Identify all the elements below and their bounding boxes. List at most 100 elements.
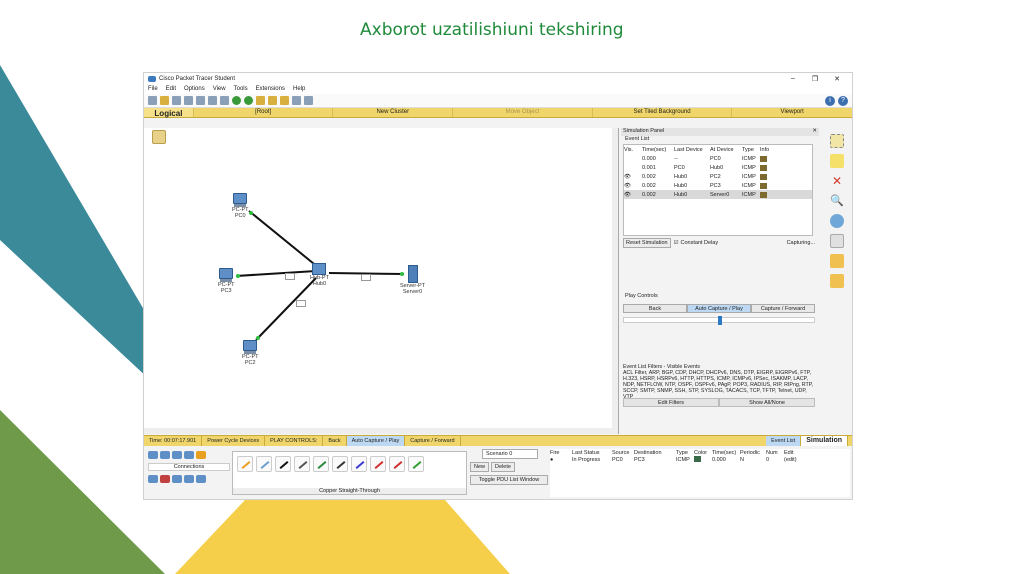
wan-emulation-icon[interactable] xyxy=(184,475,194,483)
event-list-button[interactable]: Event List xyxy=(766,436,802,446)
wireless-icon[interactable] xyxy=(172,475,182,483)
connections-icon[interactable] xyxy=(196,451,206,459)
add-simple-pdu-icon[interactable] xyxy=(830,254,844,268)
back-button[interactable]: Back xyxy=(623,304,687,313)
event-row[interactable]: 👁 0.002 Hub0 PC3 ICMP xyxy=(624,181,812,190)
add-complex-pdu-icon[interactable] xyxy=(830,274,844,288)
menu-help[interactable]: Help xyxy=(293,86,305,92)
menu-tools[interactable]: Tools xyxy=(234,86,248,92)
menu-view[interactable]: View xyxy=(213,86,226,92)
crossover-icon[interactable] xyxy=(294,456,310,472)
security-icon[interactable] xyxy=(160,475,170,483)
event-row[interactable]: 0.001 PC0 Hub0 ICMP xyxy=(624,163,812,172)
pdu-envelope-icon[interactable] xyxy=(285,273,295,280)
new-file-icon[interactable] xyxy=(148,96,157,105)
tiled-background-button[interactable]: Set Tiled Background xyxy=(593,108,733,117)
network-devices-icon[interactable] xyxy=(148,451,158,459)
pdu-edit-link[interactable]: (edit) xyxy=(784,457,804,463)
device-pc2[interactable]: PC-PT PC2 xyxy=(242,340,259,366)
play-speed-slider[interactable] xyxy=(623,316,815,325)
show-all-button[interactable]: Show All/None xyxy=(719,398,815,407)
event-row[interactable]: 0.000 -- PC0 ICMP xyxy=(624,154,812,163)
menu-file[interactable]: File xyxy=(148,86,158,92)
console-cable-icon[interactable] xyxy=(256,456,272,472)
info-color-swatch[interactable] xyxy=(760,164,767,171)
help-icon[interactable]: ? xyxy=(838,95,848,106)
coaxial-icon[interactable] xyxy=(351,456,367,472)
close-button[interactable]: ✕ xyxy=(826,75,848,83)
multiuser-icon[interactable] xyxy=(184,451,194,459)
select-tool-icon[interactable] xyxy=(830,134,844,148)
activity-wizard-icon[interactable] xyxy=(196,96,205,105)
event-row-selected[interactable]: 👁 0.002 Hub0 Server0 ICMP xyxy=(624,190,812,199)
info-color-swatch[interactable] xyxy=(760,155,767,162)
custom-device-icon[interactable] xyxy=(304,96,313,105)
redo-icon[interactable] xyxy=(244,96,253,105)
router-icon[interactable] xyxy=(148,475,158,483)
phone-cable-icon[interactable] xyxy=(332,456,348,472)
info-color-swatch[interactable] xyxy=(760,173,767,180)
move-object-button[interactable]: Move Object xyxy=(453,108,593,117)
print-icon[interactable] xyxy=(184,96,193,105)
constant-delay-checkbox[interactable]: ☑ xyxy=(674,240,679,246)
save-icon[interactable] xyxy=(172,96,181,105)
menu-options[interactable]: Options xyxy=(184,86,205,92)
pdu-row[interactable]: ● In Progress PC0 PC3 ICMP 0.000 N 0 (ed… xyxy=(550,455,850,463)
zoom-reset-icon[interactable] xyxy=(268,96,277,105)
status-back-button[interactable]: Back xyxy=(323,436,347,446)
pdu-envelope-icon[interactable] xyxy=(361,274,371,281)
serial-dte-icon[interactable] xyxy=(389,456,405,472)
device-pc3[interactable]: PC-PT PC3 xyxy=(218,268,235,294)
viewport-button[interactable]: Viewport xyxy=(732,108,852,117)
serial-dce-icon[interactable] xyxy=(370,456,386,472)
end-devices-icon[interactable] xyxy=(160,451,170,459)
inspect-tool-icon[interactable]: 🔍 xyxy=(830,194,844,208)
status-auto-capture-button[interactable]: Auto Capture / Play xyxy=(346,436,406,446)
device-server0[interactable]: Server-PT Server0 xyxy=(400,265,425,295)
fire-icon[interactable]: ● xyxy=(550,457,572,463)
reset-simulation-button[interactable]: Reset Simulation xyxy=(623,238,671,248)
simulation-mode-tab[interactable]: Simulation xyxy=(801,436,848,446)
logical-tab[interactable]: Logical xyxy=(144,108,194,118)
root-button[interactable]: [Root] xyxy=(194,108,334,117)
slider-knob[interactable] xyxy=(718,316,722,325)
vertical-scrollbar[interactable] xyxy=(612,128,618,434)
note-tool-icon[interactable] xyxy=(830,154,844,168)
straight-through-icon[interactable] xyxy=(275,456,291,472)
toggle-pdu-list-button[interactable]: Toggle PDU List Window xyxy=(470,475,548,485)
panel-close-icon[interactable]: ✕ xyxy=(812,128,817,136)
resize-tool-icon[interactable] xyxy=(830,234,844,248)
power-cycle-button[interactable]: Power Cycle Devices xyxy=(202,436,266,446)
copy-icon[interactable] xyxy=(208,96,217,105)
info-icon[interactable]: i xyxy=(825,95,835,106)
delete-tool-icon[interactable]: ✕ xyxy=(830,174,844,188)
delete-scenario-button[interactable]: Delete xyxy=(491,462,515,472)
open-folder-icon[interactable] xyxy=(160,96,169,105)
edit-filters-button[interactable]: Edit Filters xyxy=(623,398,719,407)
minimize-button[interactable]: – xyxy=(782,75,804,82)
new-cluster-button[interactable]: New Cluster xyxy=(333,108,454,117)
components-icon[interactable] xyxy=(172,451,182,459)
zoom-out-icon[interactable] xyxy=(280,96,289,105)
info-color-swatch[interactable] xyxy=(760,191,767,198)
menu-extensions[interactable]: Extensions xyxy=(256,86,285,92)
drawing-palette-icon[interactable] xyxy=(292,96,301,105)
new-scenario-button[interactable]: New xyxy=(470,462,490,472)
pdu-envelope-icon[interactable] xyxy=(296,300,306,307)
octal-cable-icon[interactable] xyxy=(408,456,424,472)
capture-forward-button[interactable]: Capture / Forward xyxy=(751,304,815,313)
auto-connect-icon[interactable] xyxy=(237,456,253,472)
zoom-in-icon[interactable] xyxy=(256,96,265,105)
draw-shape-icon[interactable] xyxy=(830,214,844,228)
event-row[interactable]: 👁 0.002 Hub0 PC2 ICMP xyxy=(624,172,812,181)
fiber-icon[interactable] xyxy=(313,456,329,472)
device-hub0[interactable]: Hub-PT Hub0 xyxy=(310,263,329,287)
maximize-button[interactable]: ❐ xyxy=(804,75,826,83)
undo-icon[interactable] xyxy=(232,96,241,105)
status-capture-forward-button[interactable]: Capture / Forward xyxy=(405,436,461,446)
cloud-icon[interactable] xyxy=(196,475,206,483)
device-pc0[interactable]: PC-PT PC0 xyxy=(232,193,249,219)
horizontal-scrollbar[interactable] xyxy=(144,428,618,434)
menu-edit[interactable]: Edit xyxy=(166,86,176,92)
logical-workspace[interactable]: PC-PT PC0 PC-PT PC3 PC-PT PC2 Hub-PT Hub… xyxy=(144,128,619,434)
